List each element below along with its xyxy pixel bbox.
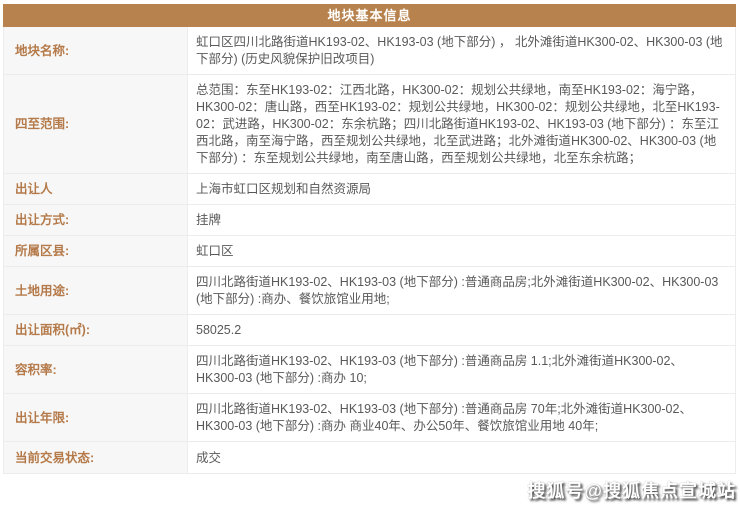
row-value: 四川北路街道HK193-02、HK193-03 (地下部分) :普通商品房 1.… [188, 346, 735, 393]
table-row: 容积率: 四川北路街道HK193-02、HK193-03 (地下部分) :普通商… [4, 346, 735, 394]
table-row: 出让方式: 挂牌 [4, 205, 735, 236]
table-title: 地块基本信息 [3, 4, 736, 27]
table-row: 出让人 上海市虹口区规划和自然资源局 [4, 174, 735, 205]
row-label: 容积率: [4, 346, 188, 393]
row-value: 四川北路街道HK193-02、HK193-03 (地下部分) :普通商品房 70… [188, 394, 735, 441]
row-label: 出让人 [4, 174, 188, 204]
row-label: 四至范围: [4, 75, 188, 173]
table-row: 出让年限: 四川北路街道HK193-02、HK193-03 (地下部分) :普通… [4, 394, 735, 442]
row-value: 挂牌 [188, 205, 735, 235]
row-value: 四川北路街道HK193-02、HK193-03 (地下部分) :普通商品房;北外… [188, 267, 735, 314]
row-value: 成交 [188, 442, 735, 473]
row-label: 当前交易状态: [4, 442, 188, 473]
row-value: 总范围：东至HK193-02：江西北路，HK300-02：规划公共绿地，南至HK… [188, 75, 735, 173]
table-row: 出让面积(㎡): 58025.2 [4, 315, 735, 346]
table-body: 地块名称: 虹口区四川北路街道HK193-02、HK193-03 (地下部分) … [3, 27, 736, 474]
row-label: 地块名称: [4, 27, 188, 74]
row-value: 58025.2 [188, 315, 735, 345]
row-label: 出让面积(㎡): [4, 315, 188, 345]
row-value: 虹口区 [188, 236, 735, 266]
row-value: 上海市虹口区规划和自然资源局 [188, 174, 735, 204]
row-label: 出让方式: [4, 205, 188, 235]
table-row: 地块名称: 虹口区四川北路街道HK193-02、HK193-03 (地下部分) … [4, 27, 735, 75]
table-row: 所属区县: 虹口区 [4, 236, 735, 267]
land-basic-info-table: 地块基本信息 地块名称: 虹口区四川北路街道HK193-02、HK193-03 … [3, 4, 736, 474]
watermark: 搜狐号@搜狐焦点宣城站 [527, 477, 736, 503]
table-row: 四至范围: 总范围：东至HK193-02：江西北路，HK300-02：规划公共绿… [4, 75, 735, 174]
table-row: 当前交易状态: 成交 [4, 442, 735, 473]
row-label: 土地用途: [4, 267, 188, 314]
row-value: 虹口区四川北路街道HK193-02、HK193-03 (地下部分) ， 北外滩街… [188, 27, 735, 74]
table-row: 土地用途: 四川北路街道HK193-02、HK193-03 (地下部分) :普通… [4, 267, 735, 315]
row-label: 出让年限: [4, 394, 188, 441]
row-label: 所属区县: [4, 236, 188, 266]
